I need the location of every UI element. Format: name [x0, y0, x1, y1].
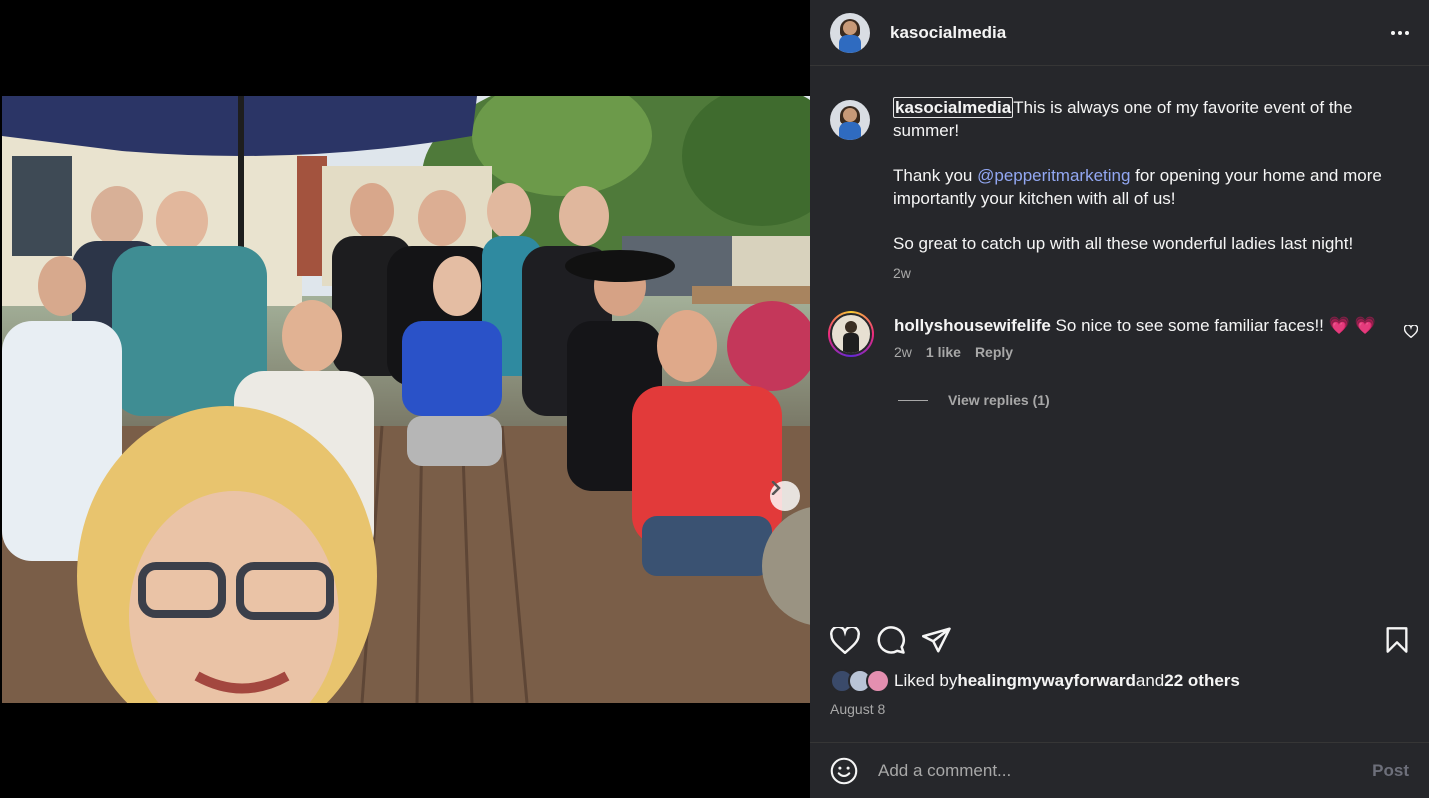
likes-middle: and — [1135, 671, 1165, 690]
comment-text: So nice to see some familiar faces!! — [1055, 316, 1324, 335]
likes-summary: Liked by healingmywayforward and 22 othe… — [830, 669, 1409, 693]
heart-icon — [830, 626, 860, 654]
emoji-button[interactable] — [830, 757, 858, 785]
like-button[interactable] — [830, 626, 860, 654]
commenter-username[interactable]: hollyshousewifelife — [894, 316, 1051, 335]
more-options-button[interactable] — [1391, 30, 1409, 35]
comment-text-line: hollyshousewifelife So nice to see some … — [894, 311, 1418, 341]
post-details-panel: kasocialmedia kasocialmedia This is alway… — [810, 0, 1429, 798]
heart-outline-icon — [1403, 324, 1419, 339]
author-username[interactable]: kasocialmedia — [890, 23, 1006, 43]
post-photo[interactable] — [2, 96, 810, 703]
add-comment-bar: Post — [810, 742, 1429, 798]
post-header: kasocialmedia — [810, 0, 1429, 66]
liker-avatars[interactable] — [830, 669, 890, 693]
caption-line-2: Thank you @pepperitmarketing for opening… — [893, 164, 1410, 210]
more-dot-icon — [1405, 30, 1409, 35]
caption-text: Thank you — [893, 166, 978, 185]
post-date[interactable]: August 8 — [830, 701, 1409, 717]
comment-bubble-icon — [877, 626, 905, 654]
next-slide-button[interactable] — [770, 481, 800, 511]
likes-others-link[interactable]: 22 others — [1164, 671, 1240, 691]
comment-timestamp[interactable]: 2w — [894, 344, 912, 360]
caption-timestamp[interactable]: 2w — [893, 262, 1410, 285]
add-comment-input[interactable] — [878, 760, 1373, 781]
mention-link[interactable]: @pepperitmarketing — [977, 166, 1130, 185]
post-comment-button[interactable]: Post — [1372, 761, 1409, 781]
caption-author-link[interactable]: kasocialmedia — [893, 97, 1014, 118]
caption-body: kasocialmedia This is always one of my fa… — [893, 96, 1410, 285]
comment-body: hollyshousewifelife So nice to see some … — [894, 311, 1418, 360]
divider-line — [898, 399, 928, 401]
likes-prefix: Liked by — [894, 671, 958, 690]
chevron-right-icon — [771, 481, 781, 495]
liker-username[interactable]: healingmywayforward — [957, 671, 1136, 691]
more-dot-icon — [1398, 30, 1402, 35]
view-replies-label: View replies (1) — [948, 392, 1050, 408]
share-button[interactable] — [922, 626, 952, 654]
caption-author-avatar[interactable] — [830, 100, 870, 140]
group-photo-illustration — [2, 96, 810, 703]
caption-line-1: kasocialmedia This is always one of my fa… — [893, 96, 1410, 142]
more-dot-icon — [1391, 30, 1395, 35]
action-icons-row — [830, 625, 1409, 655]
comment-like-button[interactable] — [1403, 324, 1419, 343]
comment-button[interactable] — [876, 625, 906, 655]
save-button[interactable] — [1385, 626, 1409, 654]
smiley-icon — [830, 757, 858, 784]
comment-meta: 2w 1 like Reply — [894, 344, 1418, 360]
author-avatar[interactable] — [830, 12, 870, 53]
heart-emoji: 💗 💗 — [1328, 316, 1376, 335]
post-media-area — [0, 0, 810, 798]
post-actions: Liked by healingmywayforward and 22 othe… — [810, 606, 1429, 717]
bookmark-icon — [1386, 627, 1408, 653]
liker-avatar — [866, 669, 890, 693]
view-replies-button[interactable]: View replies (1) — [898, 392, 1050, 408]
post-caption: kasocialmedia This is always one of my fa… — [830, 96, 1410, 285]
caption-line-3: So great to catch up with all these wond… — [893, 234, 1354, 253]
paper-plane-icon — [922, 627, 951, 653]
comment-item: hollyshousewifelife So nice to see some … — [828, 311, 1419, 360]
comment-like-count[interactable]: 1 like — [926, 344, 961, 360]
commenter-avatar[interactable] — [828, 311, 874, 357]
reply-button[interactable]: Reply — [975, 344, 1013, 360]
